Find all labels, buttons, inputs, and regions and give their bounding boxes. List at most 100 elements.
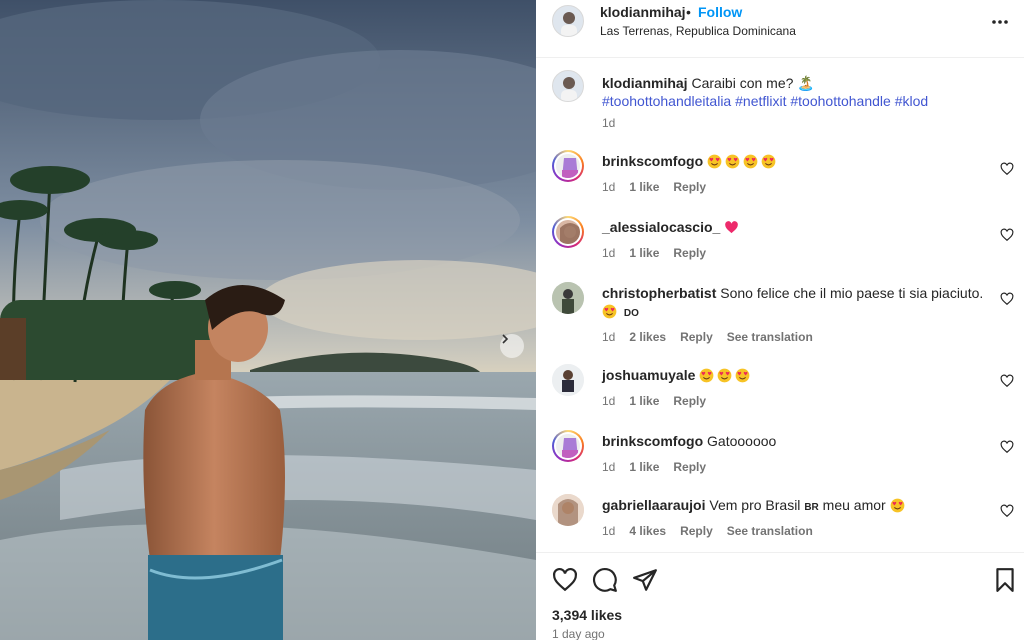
comment-item: brinkscomfogo Gatoooooo 1d 1 like Reply (536, 426, 1024, 488)
heart-eyes-emoji (761, 154, 776, 169)
comment-likes[interactable]: 2 likes (629, 330, 666, 344)
comment-time[interactable]: 1d (602, 330, 615, 344)
comment-text: joshuamuyale (602, 366, 992, 384)
reply-button[interactable]: Reply (680, 524, 713, 538)
caption-author-avatar[interactable] (552, 70, 584, 102)
brazil-flag-code: BR (804, 502, 819, 513)
post-actions: 3,394 likes 1 day ago (536, 552, 1024, 640)
palm-tree-emoji: 🏝️ (797, 75, 815, 91)
see-translation-button[interactable]: See translation (727, 524, 813, 538)
separator-dot: • (686, 4, 691, 20)
comment-text: gabriellaaraujoi Vem pro Brasil BR meu a… (602, 496, 992, 517)
commenter-avatar[interactable] (552, 364, 584, 396)
comment-text: brinkscomfogo Gatoooooo (602, 432, 992, 450)
comment-username[interactable]: brinkscomfogo (602, 433, 703, 449)
heart-eyes-emoji (707, 154, 722, 169)
hashtag[interactable]: #netflixit (735, 93, 786, 109)
like-heart-icon[interactable] (552, 567, 578, 593)
see-translation-button[interactable]: See translation (727, 330, 813, 344)
reply-button[interactable]: Reply (673, 246, 706, 260)
post-caption: klodianmihaj Caraibi con me? 🏝️ #toohott… (536, 62, 1024, 136)
more-options-button[interactable] (988, 10, 1012, 34)
heart-eyes-emoji (743, 154, 758, 169)
post-location[interactable]: Las Terrenas, Republica Dominicana (600, 24, 796, 38)
comment-meta: 1d 1 like Reply (602, 460, 720, 474)
author-username[interactable]: klodianmihaj (600, 4, 686, 20)
reply-button[interactable]: Reply (673, 460, 706, 474)
like-comment-heart-icon[interactable] (1000, 440, 1014, 454)
heart-eyes-emoji (602, 304, 617, 319)
beach-photo (0, 0, 536, 640)
comment-meta: 1d 1 like Reply (602, 180, 720, 194)
likes-count[interactable]: 3,394 likes (552, 607, 622, 623)
comment-likes[interactable]: 1 like (629, 180, 659, 194)
comment-item: _alessialocascio_ 1d 1 like Reply (536, 212, 1024, 274)
dominican-flag-code: DO (623, 308, 639, 319)
commenter-avatar[interactable] (552, 216, 584, 248)
comment-time[interactable]: 1d (602, 246, 615, 260)
comment-body: Sono felice che il mio paese ti sia piac… (720, 285, 984, 301)
comment-item: joshuamuyale 1d 1 like Reply (536, 360, 1024, 422)
comment-bubble-icon[interactable] (592, 567, 618, 593)
like-comment-heart-icon[interactable] (1000, 292, 1014, 306)
comment-text: brinkscomfogo (602, 152, 992, 170)
commenter-avatar[interactable] (552, 150, 584, 182)
comment-time[interactable]: 1d (602, 460, 615, 474)
comment-likes[interactable]: 4 likes (629, 524, 666, 538)
hashtag[interactable]: #klod (895, 93, 928, 109)
heart-eyes-emoji (717, 368, 732, 383)
commenter-avatar[interactable] (552, 282, 584, 314)
caption-time[interactable]: 1d (602, 116, 615, 130)
pink-heart-emoji (725, 221, 739, 234)
heart-eyes-emoji-group (699, 367, 753, 383)
heart-eyes-emoji-group (707, 153, 779, 169)
caption-text: klodianmihaj Caraibi con me? 🏝️ #toohott… (602, 74, 1002, 110)
comment-item: brinkscomfogo 1d 1 like Reply (536, 146, 1024, 208)
caption-username[interactable]: klodianmihaj (602, 75, 688, 91)
comment-item: christopherbatist Sono felice che il mio… (536, 278, 1024, 360)
post-photo[interactable] (0, 0, 536, 640)
author-avatar[interactable] (552, 5, 584, 37)
commenter-avatar[interactable] (552, 494, 584, 526)
comment-username[interactable]: _alessialocascio_ (602, 219, 720, 235)
comment-likes[interactable]: 1 like (629, 246, 659, 260)
comment-time[interactable]: 1d (602, 524, 615, 538)
next-image-button[interactable] (500, 334, 524, 358)
comment-likes[interactable]: 1 like (629, 460, 659, 474)
hashtag[interactable]: #toohottohandle (790, 93, 890, 109)
heart-eyes-emoji (735, 368, 750, 383)
comment-username[interactable]: christopherbatist (602, 285, 716, 301)
commenter-avatar[interactable] (552, 430, 584, 462)
heart-eyes-emoji (890, 498, 904, 513)
reply-button[interactable]: Reply (673, 394, 706, 408)
comment-meta: 1d 2 likes Reply See translation (602, 330, 827, 344)
reply-button[interactable]: Reply (673, 180, 706, 194)
heart-eyes-emoji (725, 154, 740, 169)
heart-eyes-emoji (699, 368, 714, 383)
like-comment-heart-icon[interactable] (1000, 162, 1014, 176)
comment-body: Gatoooooo (707, 433, 777, 449)
comment-item: gabriellaaraujoi Vem pro Brasil BR meu a… (536, 490, 1024, 552)
post-header: klodianmihaj • Follow Las Terrenas, Repu… (536, 0, 1024, 58)
follow-button[interactable]: Follow (698, 4, 742, 20)
comment-username[interactable]: brinkscomfogo (602, 153, 703, 169)
more-horizontal-icon (992, 20, 1008, 24)
hashtag[interactable]: #toohottohandleitalia (602, 93, 731, 109)
comment-username[interactable]: gabriellaaraujoi (602, 497, 705, 513)
comment-text: _alessialocascio_ (602, 218, 992, 236)
reply-button[interactable]: Reply (680, 330, 713, 344)
comment-text: christopherbatist Sono felice che il mio… (602, 284, 992, 323)
comment-body: Vem pro Brasil (709, 497, 801, 513)
comment-time[interactable]: 1d (602, 394, 615, 408)
post-date[interactable]: 1 day ago (552, 627, 605, 640)
like-comment-heart-icon[interactable] (1000, 374, 1014, 388)
save-bookmark-icon[interactable] (992, 567, 1018, 593)
like-comment-heart-icon[interactable] (1000, 504, 1014, 518)
comment-time[interactable]: 1d (602, 180, 615, 194)
comment-likes[interactable]: 1 like (629, 394, 659, 408)
comment-meta: 1d 1 like Reply (602, 394, 720, 408)
share-paper-plane-icon[interactable] (632, 567, 658, 593)
like-comment-heart-icon[interactable] (1000, 228, 1014, 242)
comment-username[interactable]: joshuamuyale (602, 367, 695, 383)
comment-meta: 1d 1 like Reply (602, 246, 720, 260)
